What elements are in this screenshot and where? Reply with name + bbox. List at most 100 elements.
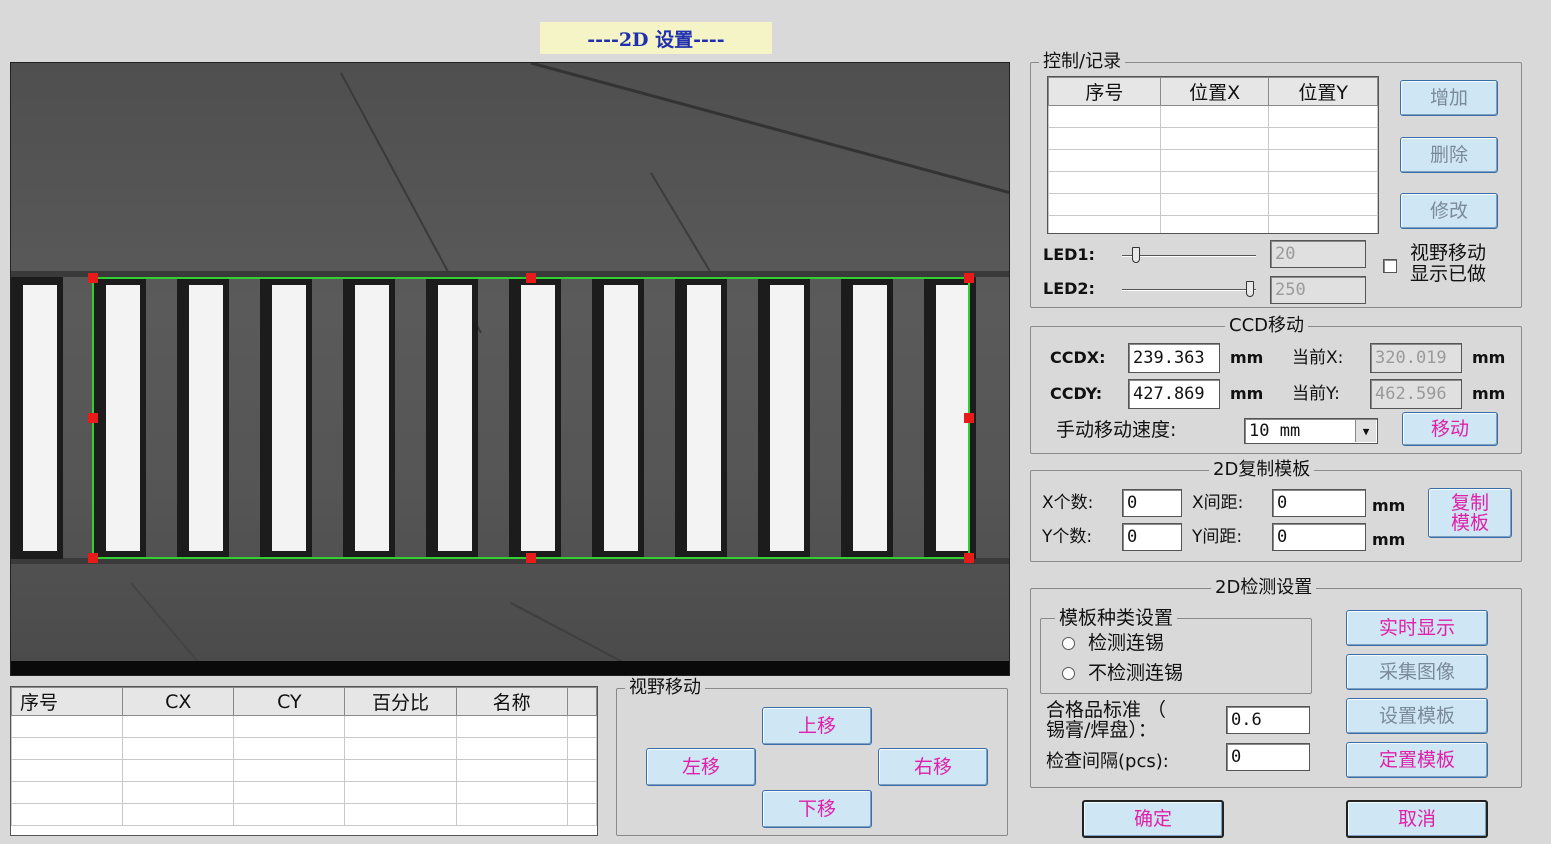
x-count-input[interactable]: 0 <box>1122 489 1182 517</box>
table-row[interactable] <box>1048 149 1378 172</box>
solder-pad <box>604 285 638 551</box>
roi-resize-handle[interactable] <box>88 273 98 283</box>
detect-bridge-radio[interactable] <box>1062 637 1075 650</box>
no-detect-bridge-radio[interactable] <box>1062 667 1075 680</box>
result-table[interactable]: 序号 CX CY 百分比 名称 <box>10 686 598 836</box>
solder-pad <box>770 285 804 551</box>
surface-scratch <box>650 172 712 274</box>
y-count-input[interactable]: 0 <box>1122 523 1182 551</box>
solder-pad <box>23 285 57 551</box>
led1-value-field: 20 <box>1270 240 1366 268</box>
current-y-field: 462.596 <box>1370 379 1462 409</box>
manual-speed-select[interactable]: 10 mm ▼ <box>1244 418 1378 444</box>
check-interval-input[interactable]: 0 <box>1226 743 1310 771</box>
y-pitch-input[interactable]: 0 <box>1272 523 1366 551</box>
table-row[interactable] <box>1048 105 1378 128</box>
roi-resize-handle[interactable] <box>526 553 536 563</box>
ccdx-unit: mm <box>1230 348 1264 367</box>
copy-template-button-line1: 复制 <box>1450 492 1489 514</box>
copy-template-button[interactable]: 复制 模板 <box>1428 488 1512 538</box>
column-header-index[interactable]: 序号 <box>1048 77 1161 106</box>
ccdy-input[interactable]: 427.869 <box>1128 379 1220 409</box>
solder-pad <box>687 285 721 551</box>
roi-resize-handle[interactable] <box>964 413 974 423</box>
set-template-button[interactable]: 设置模板 <box>1346 698 1488 734</box>
ccdx-label: CCDX: <box>1050 348 1106 367</box>
move-left-button[interactable]: 左移 <box>646 748 756 786</box>
qualify-standard-label-line1: 合格品标准 （ <box>1046 699 1167 721</box>
column-header-position-y[interactable]: 位置Y <box>1268 77 1378 106</box>
image-bottom-border <box>11 661 1009 675</box>
roi-resize-handle[interactable] <box>964 273 974 283</box>
x-pitch-input[interactable]: 0 <box>1272 489 1366 517</box>
current-y-label: 当前Y: <box>1292 384 1340 404</box>
chevron-down-icon[interactable]: ▼ <box>1355 420 1376 442</box>
delete-button[interactable]: 删除 <box>1400 137 1498 173</box>
led2-value-field: 250 <box>1270 276 1366 304</box>
copy-template-button-line2: 模板 <box>1450 512 1489 534</box>
surface-scratch <box>530 63 1009 195</box>
led2-slider-thumb[interactable] <box>1245 281 1254 297</box>
table-row[interactable] <box>11 715 597 738</box>
solder-pad <box>521 285 555 551</box>
solder-pad <box>438 285 472 551</box>
fix-template-button[interactable]: 定置模板 <box>1346 742 1488 778</box>
ccd-move-legend: CCD移动 <box>1225 314 1308 338</box>
modify-button[interactable]: 修改 <box>1400 193 1498 229</box>
camera-view[interactable] <box>10 62 1010 676</box>
qualify-standard-label-line2: 锡膏/焊盘）： <box>1046 719 1157 741</box>
roi-resize-handle[interactable] <box>88 413 98 423</box>
solder-pad <box>355 285 389 551</box>
x-pitch-unit: mm <box>1372 496 1406 515</box>
column-header-position-x[interactable]: 位置X <box>1159 77 1270 106</box>
table-row[interactable] <box>1048 193 1378 216</box>
ccdx-input[interactable]: 239.363 <box>1128 343 1220 373</box>
table-row[interactable] <box>1048 171 1378 194</box>
roi-resize-handle[interactable] <box>964 553 974 563</box>
cancel-button[interactable]: 取消 <box>1346 800 1488 838</box>
table-row[interactable] <box>11 737 597 760</box>
column-header-cy[interactable]: CY <box>233 687 346 716</box>
table-row[interactable] <box>11 803 597 826</box>
solder-pad <box>853 285 887 551</box>
manual-speed-label: 手动移动速度: <box>1056 419 1177 441</box>
control-record-legend: 控制/记录 <box>1039 50 1126 74</box>
current-y-unit: mm <box>1472 384 1506 403</box>
current-x-field: 320.019 <box>1370 343 1462 373</box>
table-row[interactable] <box>11 759 597 782</box>
led1-slider-track[interactable] <box>1122 255 1256 257</box>
move-right-button[interactable]: 右移 <box>878 748 988 786</box>
move-up-button[interactable]: 上移 <box>762 707 872 745</box>
manual-speed-value: 10 mm <box>1249 421 1301 441</box>
move-button[interactable]: 移动 <box>1402 412 1498 446</box>
column-header-filler <box>566 687 597 716</box>
led1-slider-thumb[interactable] <box>1131 247 1140 263</box>
qualify-standard-input[interactable]: 0.6 <box>1226 706 1310 734</box>
roi-resize-handle[interactable] <box>88 553 98 563</box>
y-pitch-label: Y间距: <box>1192 527 1243 547</box>
roi-resize-handle[interactable] <box>526 273 536 283</box>
x-count-label: X个数: <box>1042 493 1094 513</box>
current-x-unit: mm <box>1472 348 1506 367</box>
led2-slider-track[interactable] <box>1122 289 1256 291</box>
table-row[interactable] <box>11 781 597 804</box>
column-header-index[interactable]: 序号 <box>11 687 124 716</box>
ccdy-unit: mm <box>1230 384 1264 403</box>
view-move-show-done-checkbox[interactable] <box>1383 259 1397 273</box>
realtime-display-button[interactable]: 实时显示 <box>1346 610 1488 646</box>
ok-button[interactable]: 确定 <box>1082 800 1224 838</box>
view-move-show-done-label: 视野移动 显示已做 <box>1410 243 1486 285</box>
view-move-legend: 视野移动 <box>625 676 705 700</box>
position-record-table[interactable]: 序号 位置X 位置Y <box>1047 76 1379 234</box>
column-header-cx[interactable]: CX <box>122 687 235 716</box>
component-edge <box>11 271 1009 277</box>
column-header-percentage[interactable]: 百分比 <box>344 687 457 716</box>
solder-pad <box>106 285 140 551</box>
table-row[interactable] <box>1048 127 1378 150</box>
column-header-name[interactable]: 名称 <box>455 687 568 716</box>
add-button[interactable]: 增加 <box>1400 80 1498 116</box>
move-down-button[interactable]: 下移 <box>762 790 872 828</box>
table-row[interactable] <box>1048 215 1378 233</box>
solder-pad <box>189 285 223 551</box>
capture-image-button[interactable]: 采集图像 <box>1346 654 1488 690</box>
